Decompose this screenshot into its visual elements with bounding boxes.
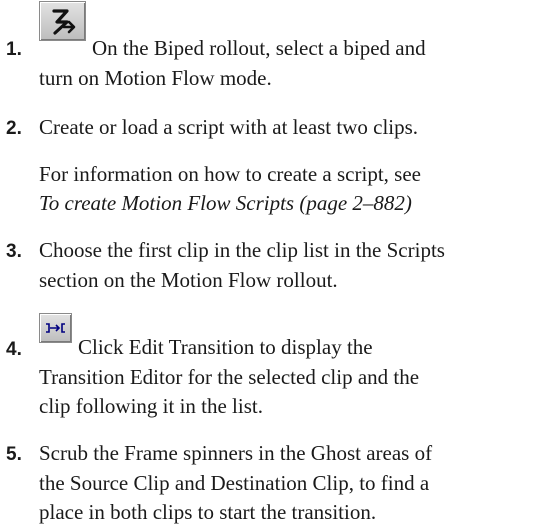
step-text: Scrub the Frame spinners in the Ghost ar…: [39, 441, 433, 465]
biped-motion-flow-button[interactable]: [39, 1, 86, 41]
step-number: 5.: [6, 444, 22, 465]
step-text: the Source Clip and Destination Clip, to…: [39, 471, 430, 495]
step-text: Click Edit Transition to display the: [78, 335, 373, 359]
step-text: Choose the first clip in the clip list i…: [39, 238, 445, 262]
biped-motion-flow-icon: [52, 9, 76, 35]
step-text: clip following it in the list.: [39, 394, 263, 418]
edit-transition-icon: [46, 323, 65, 333]
step-text: turn on Motion Flow mode.: [39, 66, 272, 90]
step-number: 4.: [6, 339, 22, 360]
edit-transition-button[interactable]: [39, 313, 72, 343]
cross-reference-link[interactable]: To create Motion Flow Scripts (page 2–88…: [39, 189, 412, 218]
step-number: 2.: [6, 118, 22, 139]
step-text: On the Biped rollout, select a biped and: [92, 36, 426, 60]
step-number: 3.: [6, 241, 22, 262]
step-text: place in both clips to start the transit…: [39, 500, 377, 524]
step-text: Transition Editor for the selected clip …: [39, 365, 420, 389]
step-text: Create or load a script with at least tw…: [39, 115, 419, 139]
step-text: section on the Motion Flow rollout.: [39, 268, 338, 292]
step-note: For information on how to create a scrip…: [39, 162, 421, 186]
step-number: 1.: [6, 39, 22, 60]
